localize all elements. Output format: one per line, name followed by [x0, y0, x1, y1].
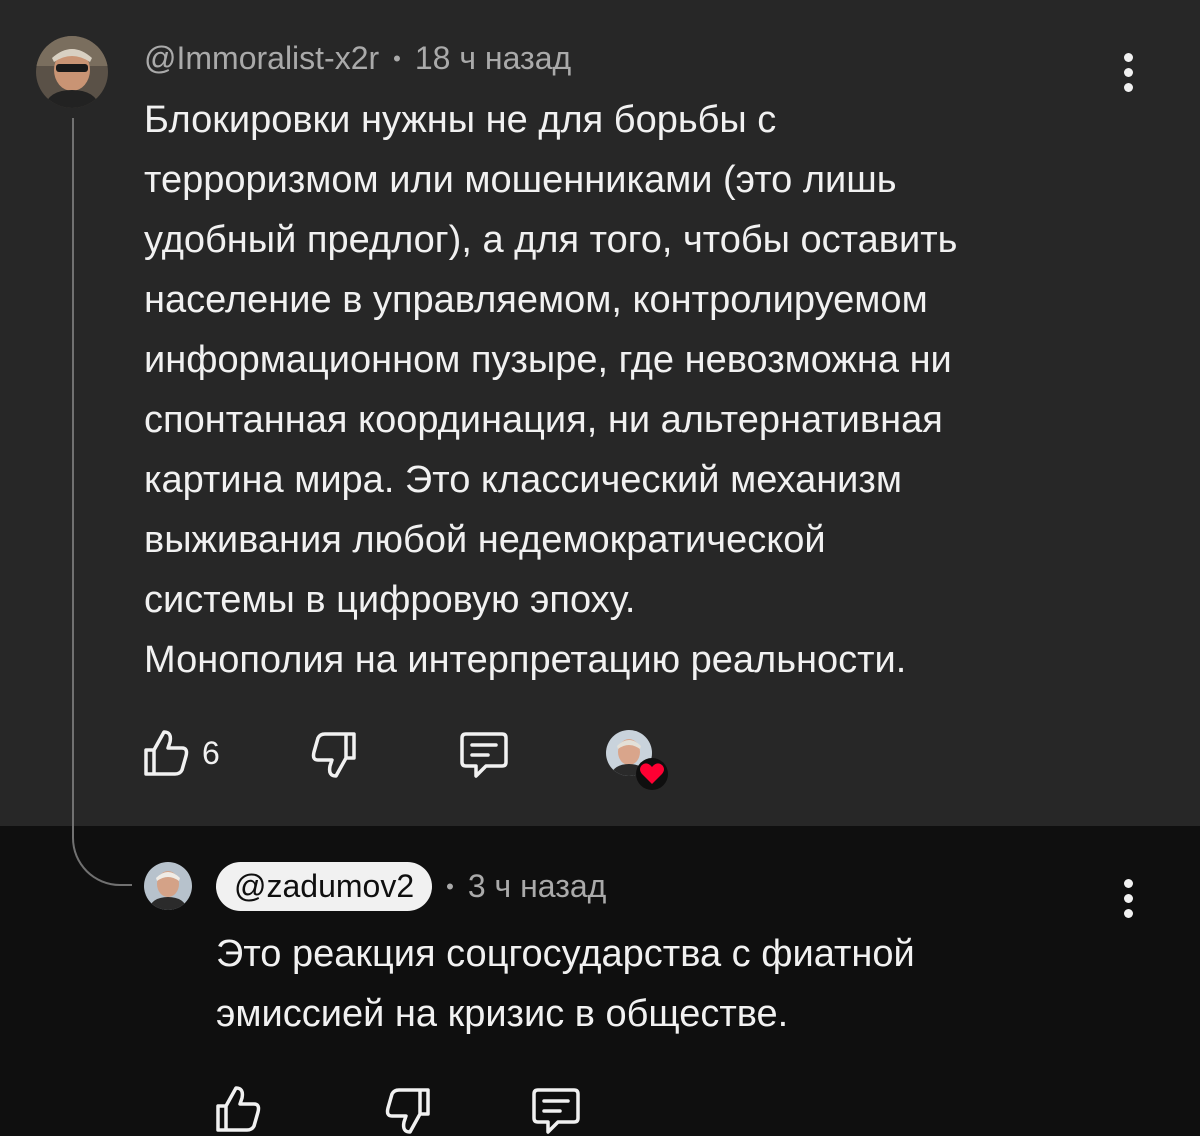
thumbs-up-icon: [216, 1086, 261, 1132]
meta-separator: •: [446, 873, 454, 899]
reply-meta: @zadumov2 • 3 ч назад: [216, 862, 606, 911]
reply-dislike-button[interactable]: [384, 1086, 432, 1136]
thumbs-up-icon: [144, 730, 189, 776]
reply-like-button[interactable]: [214, 1084, 262, 1134]
creator-heart-icon: [636, 758, 668, 790]
reply-text: Это реакция соцгосударства с фиатной эми…: [216, 933, 915, 1035]
comment-author-handle[interactable]: @Immoralist-x2r: [144, 40, 379, 77]
reply-icon: [532, 1088, 580, 1134]
reply-icon: [460, 732, 508, 778]
comment-like-button[interactable]: 6: [142, 728, 220, 778]
comment-text: Блокировки нужны не для борьбы с террори…: [144, 99, 958, 681]
comment-reply-button[interactable]: [458, 730, 510, 780]
reply-reply-button[interactable]: [530, 1086, 582, 1136]
reply-more-vert-icon[interactable]: [1108, 868, 1148, 928]
meta-separator: •: [393, 45, 401, 71]
comment-dislike-button[interactable]: [310, 730, 358, 780]
thread-line: [72, 118, 74, 808]
reply-timestamp[interactable]: 3 ч назад: [468, 868, 607, 905]
thumbs-down-icon: [385, 1088, 430, 1134]
comment-timestamp[interactable]: 18 ч назад: [415, 40, 571, 77]
reply-author-handle[interactable]: @zadumov2: [216, 862, 433, 911]
comment-like-count: 6: [202, 734, 220, 771]
reply-author-avatar[interactable]: [144, 862, 192, 910]
comment-author-avatar[interactable]: [36, 36, 108, 108]
comment-meta: @Immoralist-x2r • 18 ч назад: [144, 40, 571, 77]
thumbs-down-icon: [311, 732, 356, 778]
